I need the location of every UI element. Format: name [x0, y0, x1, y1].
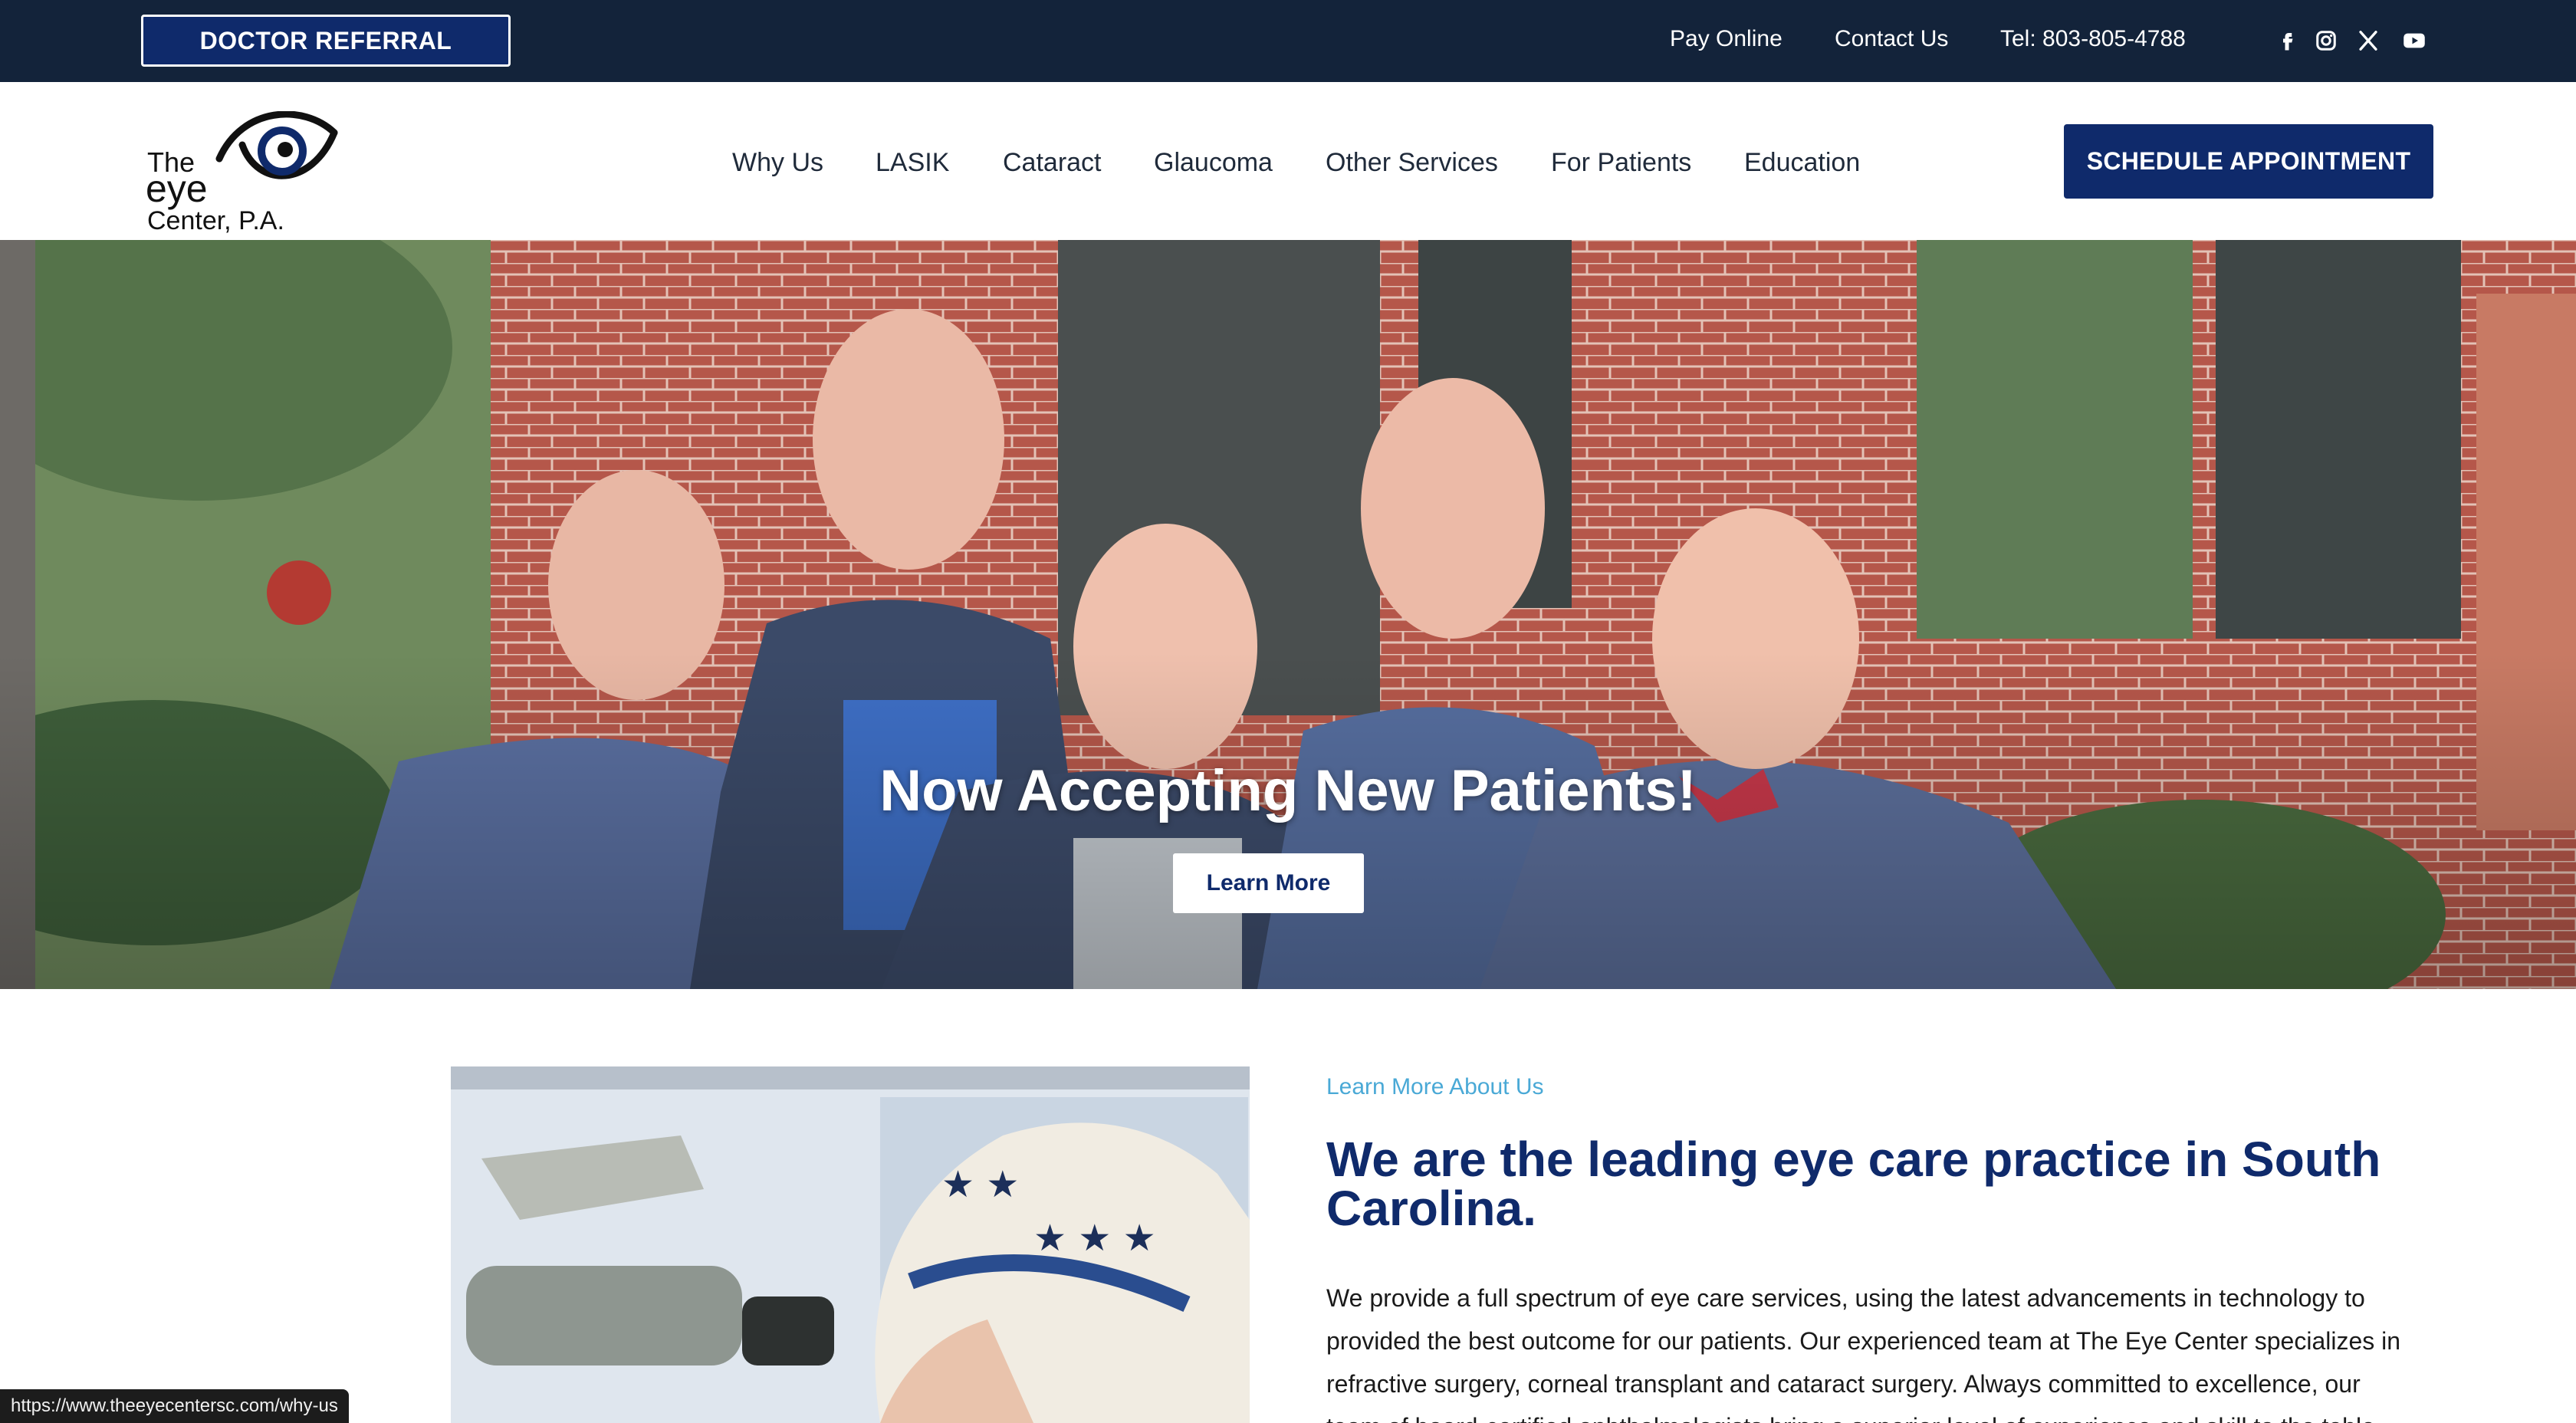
svg-text:★ ★ ★: ★ ★ ★ — [1033, 1217, 1156, 1260]
svg-text:★ ★: ★ ★ — [941, 1163, 1019, 1206]
contact-us-link[interactable]: Contact Us — [1835, 26, 1948, 52]
site-logo[interactable]: The eye Center, P.A. — [146, 100, 345, 235]
nav-for-patients[interactable]: For Patients — [1551, 148, 1691, 178]
site-header: The eye Center, P.A. Why Us LASIK Catara… — [0, 82, 2576, 240]
doctor-referral-button[interactable]: DOCTOR REFERRAL — [141, 15, 511, 67]
hero-title: Now Accepting New Patients! — [879, 758, 1697, 823]
facebook-icon[interactable] — [2274, 28, 2300, 54]
logo-text-center: Center, P.A. — [147, 206, 284, 235]
surgeon-photo: ★ ★ ★ ★ ★ — [451, 1066, 1250, 1423]
top-bar: DOCTOR REFERRAL Pay Online Contact Us Te… — [0, 0, 2576, 82]
about-eyebrow[interactable]: Learn More About Us — [1326, 1074, 1544, 1100]
youtube-icon[interactable] — [2401, 28, 2427, 54]
hero-banner: Now Accepting New Patients! Learn More — [0, 240, 2576, 989]
schedule-appointment-button[interactable]: SCHEDULE APPOINTMENT — [2064, 124, 2433, 199]
nav-glaucoma[interactable]: Glaucoma — [1154, 148, 1273, 178]
status-url: https://www.theeyecentersc.com/why-us — [0, 1389, 349, 1423]
about-paragraph: We provide a full spectrum of eye care s… — [1326, 1284, 2401, 1423]
x-icon[interactable] — [2355, 28, 2381, 54]
instagram-icon[interactable] — [2313, 28, 2339, 54]
nav-cataract[interactable]: Cataract — [1003, 148, 1102, 178]
phone-link[interactable]: Tel: 803-805-4788 — [2000, 26, 2186, 52]
about-heading: We are the leading eye care practice in … — [1326, 1132, 2381, 1236]
pay-online-link[interactable]: Pay Online — [1670, 26, 1783, 52]
nav-why-us[interactable]: Why Us — [732, 148, 823, 178]
nav-lasik[interactable]: LASIK — [876, 148, 949, 178]
nav-education[interactable]: Education — [1744, 148, 1860, 178]
eye-logo-icon — [215, 111, 338, 179]
learn-more-button[interactable]: Learn More — [1173, 853, 1364, 913]
logo-text-eye: eye — [146, 167, 208, 210]
nav-other-services[interactable]: Other Services — [1326, 148, 1498, 178]
